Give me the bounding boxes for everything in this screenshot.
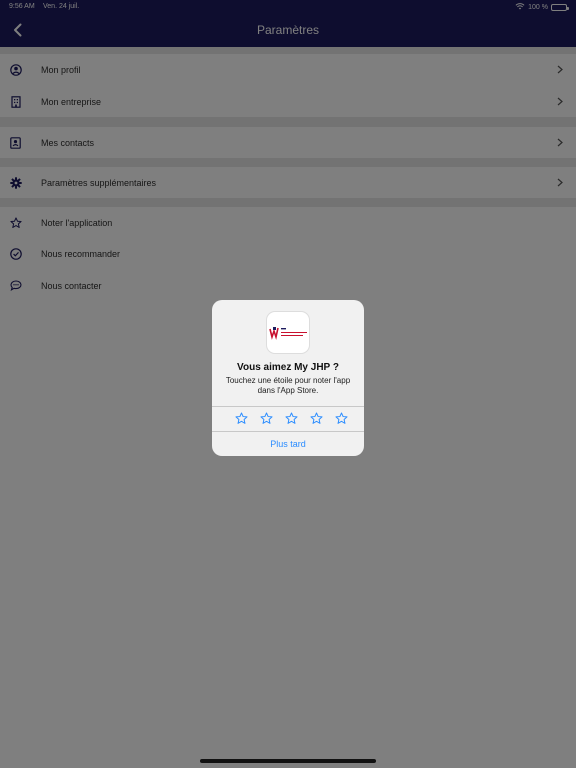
star-icon (234, 411, 248, 424)
rating-star-1[interactable] (234, 411, 248, 425)
star-icon (334, 411, 348, 424)
alert-title: Vous aimez My JHP ? (237, 362, 339, 373)
rating-star-4[interactable] (309, 411, 323, 425)
rating-star-5[interactable] (334, 411, 348, 425)
star-icon (284, 411, 298, 424)
star-rating (234, 411, 348, 427)
rating-star-2[interactable] (259, 411, 273, 425)
rating-alert: Vous aimez My JHP ? Touchez une étoile p… (212, 300, 364, 456)
star-icon (259, 411, 273, 424)
home-indicator[interactable] (200, 759, 376, 763)
star-icon (309, 411, 323, 424)
later-button[interactable]: Plus tard (212, 439, 364, 449)
app-logo (266, 311, 310, 354)
alert-divider (212, 431, 364, 432)
alert-divider (212, 406, 364, 407)
rating-star-3[interactable] (284, 411, 298, 425)
alert-message: Touchez une étoile pour noter l'app dans… (225, 376, 351, 395)
